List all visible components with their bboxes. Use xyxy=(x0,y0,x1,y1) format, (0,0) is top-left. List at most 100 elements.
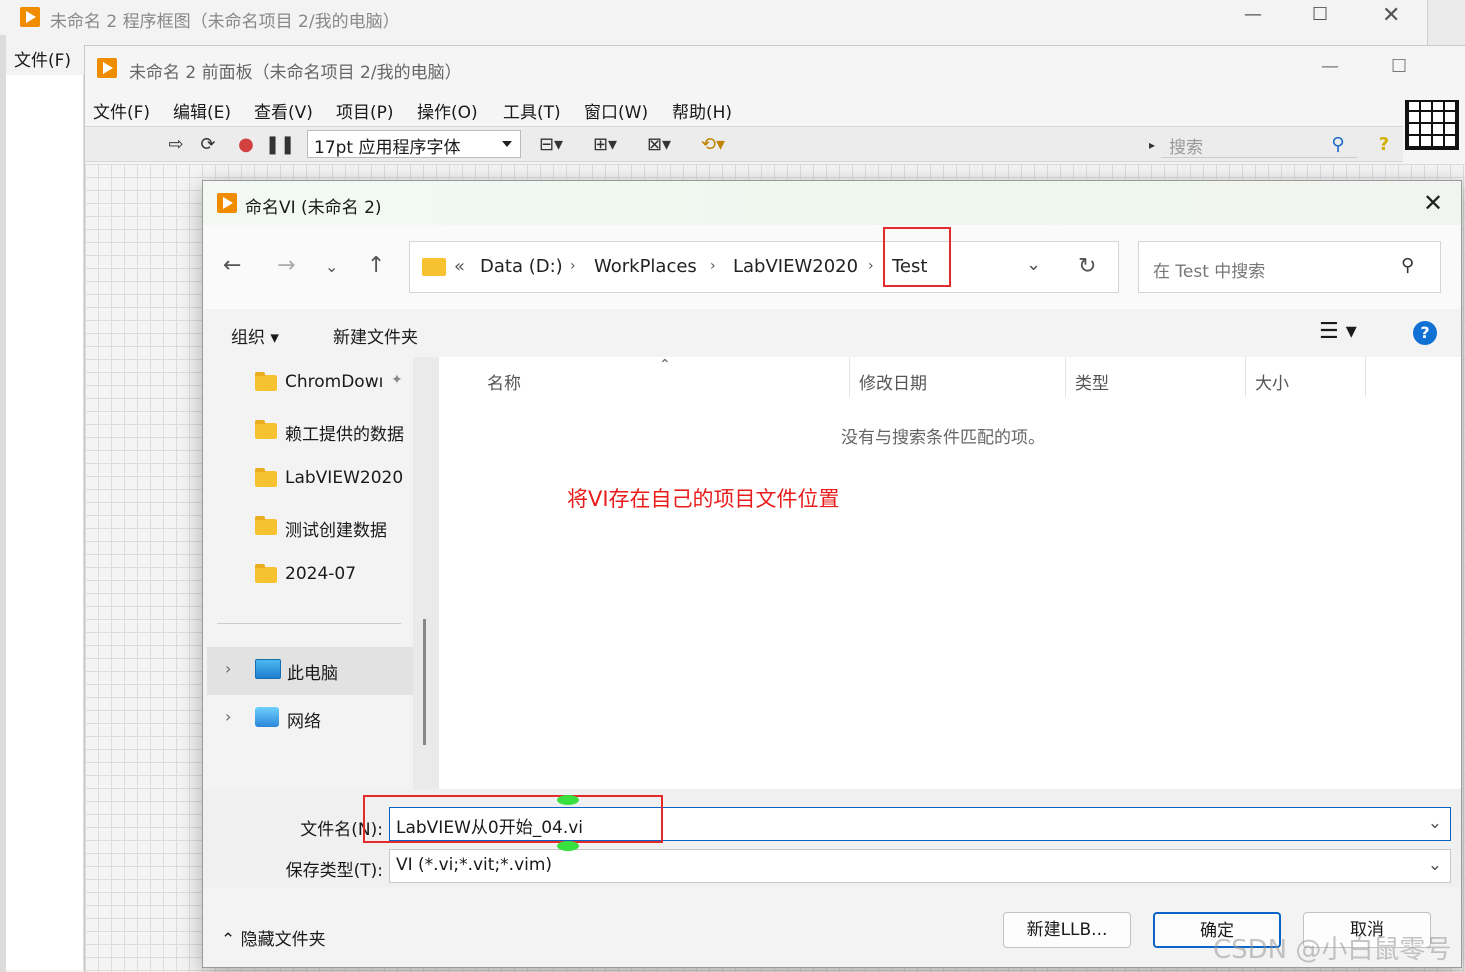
menu-window[interactable]: 窗口(W) xyxy=(584,98,648,123)
align-objects-icon[interactable]: ⊟▾ xyxy=(533,133,569,157)
filetype-label: 保存类型(T): xyxy=(285,861,383,881)
navigation-pane: ChromDowı ✦ 赖工提供的数据 LabVIEW2020 测试创建数据 2… xyxy=(203,357,413,789)
menu-project[interactable]: 项目(P) xyxy=(336,98,394,123)
chevron-right-icon[interactable]: › xyxy=(225,707,231,726)
search-icon[interactable]: ⚲ xyxy=(1401,255,1414,276)
empty-message: 没有与搜索条件匹配的项。 xyxy=(841,428,1045,448)
filetype-select[interactable]: VI (*.vi;*.vit;*.vim) ⌄ xyxy=(389,849,1451,883)
nav-item-labview2020[interactable]: LabVIEW2020 xyxy=(203,455,413,501)
nav-item-chromdown[interactable]: ChromDowı ✦ xyxy=(203,359,413,405)
resize-handle-bottom xyxy=(557,841,579,851)
file-list[interactable]: ⌃ 名称 修改日期 类型 大小 没有与搜索条件匹配的项。 将VI存在自己的项目文… xyxy=(439,357,1461,789)
font-select[interactable]: 17pt 应用程序字体 xyxy=(307,130,521,158)
chevron-right-icon[interactable]: › xyxy=(225,659,231,678)
minimize-icon[interactable]: — xyxy=(1244,4,1262,25)
menu-operate[interactable]: 操作(O) xyxy=(417,98,478,123)
nav-item-label: 此电脑 xyxy=(287,664,338,684)
column-separator[interactable] xyxy=(1065,357,1066,397)
recent-locations-chevron-icon[interactable]: ⌄ xyxy=(325,257,338,276)
chevron-down-icon xyxy=(502,141,512,147)
search-icon[interactable]: ⚲ xyxy=(1325,133,1351,157)
address-bar[interactable]: « Data (D:) › WorkPlaces › LabVIEW2020 ›… xyxy=(409,241,1119,293)
nav-item-2024-07[interactable]: 2024-07 xyxy=(203,551,413,597)
menu-file[interactable]: 文件(F) xyxy=(6,42,84,72)
vi-connector-icon[interactable] xyxy=(1405,100,1459,150)
breadcrumb-overflow[interactable]: « xyxy=(454,256,465,277)
save-vi-dialog: 命名VI (未命名 2) ✕ ← → ⌄ ↑ « Data (D:) › Wor… xyxy=(202,180,1462,968)
breadcrumb-workplaces[interactable]: WorkPlaces xyxy=(594,256,697,277)
column-separator[interactable] xyxy=(1245,357,1246,397)
maximize-icon[interactable]: ☐ xyxy=(1391,56,1407,77)
nav-item-data[interactable]: 赖工提供的数据 xyxy=(203,407,413,453)
new-llb-button[interactable]: 新建LLB... xyxy=(1003,912,1131,948)
close-icon[interactable]: ✕ xyxy=(1382,3,1400,28)
back-arrow-icon[interactable]: ← xyxy=(223,253,241,278)
distribute-objects-icon[interactable]: ⊞▾ xyxy=(587,133,623,157)
annotation-text: 将VI存在自己的项目文件位置 xyxy=(567,487,840,511)
up-arrow-icon[interactable]: ↑ xyxy=(367,253,385,278)
chevron-down-icon[interactable]: ⌄ xyxy=(1026,254,1041,275)
breadcrumb-labview2020[interactable]: LabVIEW2020 xyxy=(733,256,858,277)
new-folder-button[interactable]: 新建文件夹 xyxy=(333,323,418,348)
nav-item-label: ChromDowı xyxy=(285,372,384,392)
chevron-right-icon[interactable]: ▸ xyxy=(1145,133,1159,157)
nav-item-test-data[interactable]: 测试创建数据 xyxy=(203,503,413,549)
run-continuously-icon[interactable]: ⟳ xyxy=(195,133,221,157)
menu-help[interactable]: 帮助(H) xyxy=(672,98,732,123)
reorder-icon[interactable]: ⟲▾ xyxy=(695,133,731,157)
column-header-type[interactable]: 类型 xyxy=(1075,369,1109,394)
nav-scrollbar[interactable] xyxy=(413,357,439,789)
column-header-name[interactable]: 名称 xyxy=(487,369,521,394)
hide-folders-toggle[interactable]: ⌃ 隐藏文件夹 xyxy=(221,925,326,950)
column-separator[interactable] xyxy=(1365,357,1366,397)
column-header-modified[interactable]: 修改日期 xyxy=(859,369,927,394)
refresh-icon[interactable]: ↻ xyxy=(1078,254,1096,279)
pin-icon: ✦ xyxy=(391,372,403,388)
view-options-icon[interactable]: ☰ ▾ xyxy=(1319,319,1357,344)
chevron-right-icon[interactable]: › xyxy=(710,258,716,274)
chevron-down-icon[interactable]: ⌄ xyxy=(1428,855,1442,875)
pause-icon[interactable]: ❚❚ xyxy=(265,133,295,157)
menu-tools[interactable]: 工具(T) xyxy=(503,98,561,123)
window-title: 未命名 2 程序框图（未命名项目 2/我的电脑） xyxy=(50,12,400,32)
column-separator[interactable] xyxy=(849,357,850,397)
organize-button[interactable]: 组织 ▾ xyxy=(231,323,279,348)
chevron-right-icon[interactable]: › xyxy=(868,258,874,274)
help-icon[interactable]: ? xyxy=(1371,133,1397,157)
minimize-icon[interactable]: — xyxy=(1321,56,1339,77)
forward-arrow-icon[interactable]: → xyxy=(277,253,295,278)
folder-search-input[interactable]: 在 Test 中搜索 xyxy=(1138,241,1441,293)
close-icon[interactable]: ✕ xyxy=(1423,189,1443,217)
menu-view[interactable]: 查看(V) xyxy=(254,98,313,123)
nav-item-this-pc[interactable]: › 此电脑 xyxy=(207,647,413,695)
nav-item-label: LabVIEW2020 xyxy=(285,468,404,488)
nav-item-label: 网络 xyxy=(287,712,321,732)
chevron-right-icon[interactable]: › xyxy=(570,258,576,274)
run-arrow-icon[interactable]: ⇨ xyxy=(163,133,189,157)
folder-icon xyxy=(255,516,277,535)
window-title: 未命名 2 前面板（未命名项目 2/我的电脑） xyxy=(129,63,462,83)
column-header-size[interactable]: 大小 xyxy=(1255,369,1289,394)
breadcrumb-drive[interactable]: Data (D:) xyxy=(480,256,563,277)
scrollbar-thumb[interactable] xyxy=(423,619,426,745)
maximize-icon[interactable]: ☐ xyxy=(1312,4,1328,25)
chevron-down-icon[interactable]: ⌄ xyxy=(1428,813,1442,833)
sort-ascending-icon: ⌃ xyxy=(659,357,671,373)
labview-logo-icon xyxy=(217,193,237,213)
hide-folders-label: 隐藏文件夹 xyxy=(240,930,326,950)
dialog-footer: ⌃ 隐藏文件夹 新建LLB... 确定 取消 CSDN @小白鼠零号 xyxy=(203,887,1461,967)
folder-icon xyxy=(422,258,446,276)
labview-logo-icon xyxy=(20,7,40,27)
nav-item-label: 测试创建数据 xyxy=(285,521,387,541)
abort-icon[interactable]: ● xyxy=(233,133,259,157)
menu-edit[interactable]: 编辑(E) xyxy=(173,98,231,123)
folder-icon xyxy=(255,372,277,391)
nav-item-network[interactable]: › 网络 xyxy=(207,695,413,743)
help-icon[interactable]: ? xyxy=(1413,321,1437,345)
labview-logo-icon xyxy=(97,58,117,78)
resize-objects-icon[interactable]: ⊠▾ xyxy=(641,133,677,157)
nav-item-label: 2024-07 xyxy=(285,564,357,584)
highlight-box-filename xyxy=(363,795,663,843)
menu-file[interactable]: 文件(F) xyxy=(93,98,150,123)
computer-icon xyxy=(255,659,281,679)
